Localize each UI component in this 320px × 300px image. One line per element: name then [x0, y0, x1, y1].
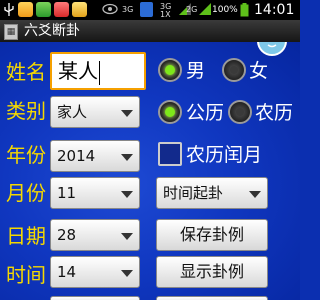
radio-lunar-calendar[interactable]: [228, 100, 252, 124]
chevron-down-icon: [121, 191, 133, 198]
year-value: 2014: [57, 147, 96, 165]
save-case-button[interactable]: 保存卦例: [156, 219, 268, 251]
status-bar: 3G 3G 1X 2G 100% 14:01: [0, 0, 300, 20]
year-label: 年份: [6, 143, 46, 167]
month-label: 月份: [6, 181, 46, 205]
chevron-down-icon: [121, 154, 133, 161]
chevron-down-icon: [121, 270, 133, 277]
hour-label: 时间: [6, 263, 46, 287]
title-bar: ▦ 六爻断卦: [0, 20, 300, 42]
month-value: 11: [57, 184, 77, 202]
day-dropdown[interactable]: 28: [50, 219, 140, 251]
hour-dropdown[interactable]: 14: [50, 256, 140, 288]
category-dropdown[interactable]: 家人: [50, 96, 140, 128]
lunar-calendar-label: 农历: [255, 102, 294, 124]
female-label: 女: [249, 60, 269, 82]
chevron-down-icon: [121, 110, 133, 117]
leap-month-label: 农历闰月: [186, 144, 263, 166]
app-notification-icon: [36, 2, 51, 17]
network-type-3: 2G: [186, 5, 198, 14]
divination-method-value: 时间起卦: [163, 184, 224, 202]
year-dropdown[interactable]: 2014: [50, 140, 140, 172]
next-row-dropdown[interactable]: [50, 296, 140, 300]
name-input[interactable]: 某人: [50, 52, 146, 90]
usb-icon: [4, 3, 14, 21]
divination-method-dropdown[interactable]: 时间起卦: [156, 177, 268, 209]
clock: 14:01: [254, 2, 295, 18]
network-type: 3G: [122, 5, 134, 14]
radio-male[interactable]: [158, 58, 182, 82]
name-label: 姓名: [6, 60, 46, 84]
app-notification-icon: [72, 2, 87, 17]
avatar[interactable]: [257, 42, 287, 56]
chevron-down-icon: [121, 233, 133, 240]
solar-calendar-label: 公历: [186, 102, 225, 124]
day-value: 28: [57, 226, 77, 244]
eye-icon: [102, 3, 118, 20]
battery-percent: 100%: [212, 5, 238, 15]
app-title: 六爻断卦: [24, 23, 80, 39]
next-row-button[interactable]: [156, 296, 268, 300]
app-icon: ▦: [4, 24, 18, 40]
notification-badge-icon: [140, 2, 153, 17]
radio-solar-calendar[interactable]: [158, 100, 182, 124]
radio-female[interactable]: [222, 58, 246, 82]
hour-value: 14: [57, 263, 77, 281]
category-value: 家人: [57, 103, 88, 121]
signal-icon: [199, 3, 211, 20]
day-label: 日期: [6, 224, 46, 248]
chevron-down-icon: [249, 191, 261, 198]
main-content: 姓名 某人 男 女 类别 家人 公历 农历 年份 2014 农历闰月 月份 11…: [0, 42, 300, 300]
app-notification-icon: [18, 2, 33, 17]
leap-month-checkbox[interactable]: [158, 142, 182, 166]
male-label: 男: [186, 60, 206, 82]
network-type-2: 3G 1X: [160, 2, 172, 19]
app-notification-icon: [54, 2, 69, 17]
show-case-button[interactable]: 显示卦例: [156, 256, 268, 288]
category-label: 类别: [6, 99, 46, 123]
month-dropdown[interactable]: 11: [50, 177, 140, 209]
